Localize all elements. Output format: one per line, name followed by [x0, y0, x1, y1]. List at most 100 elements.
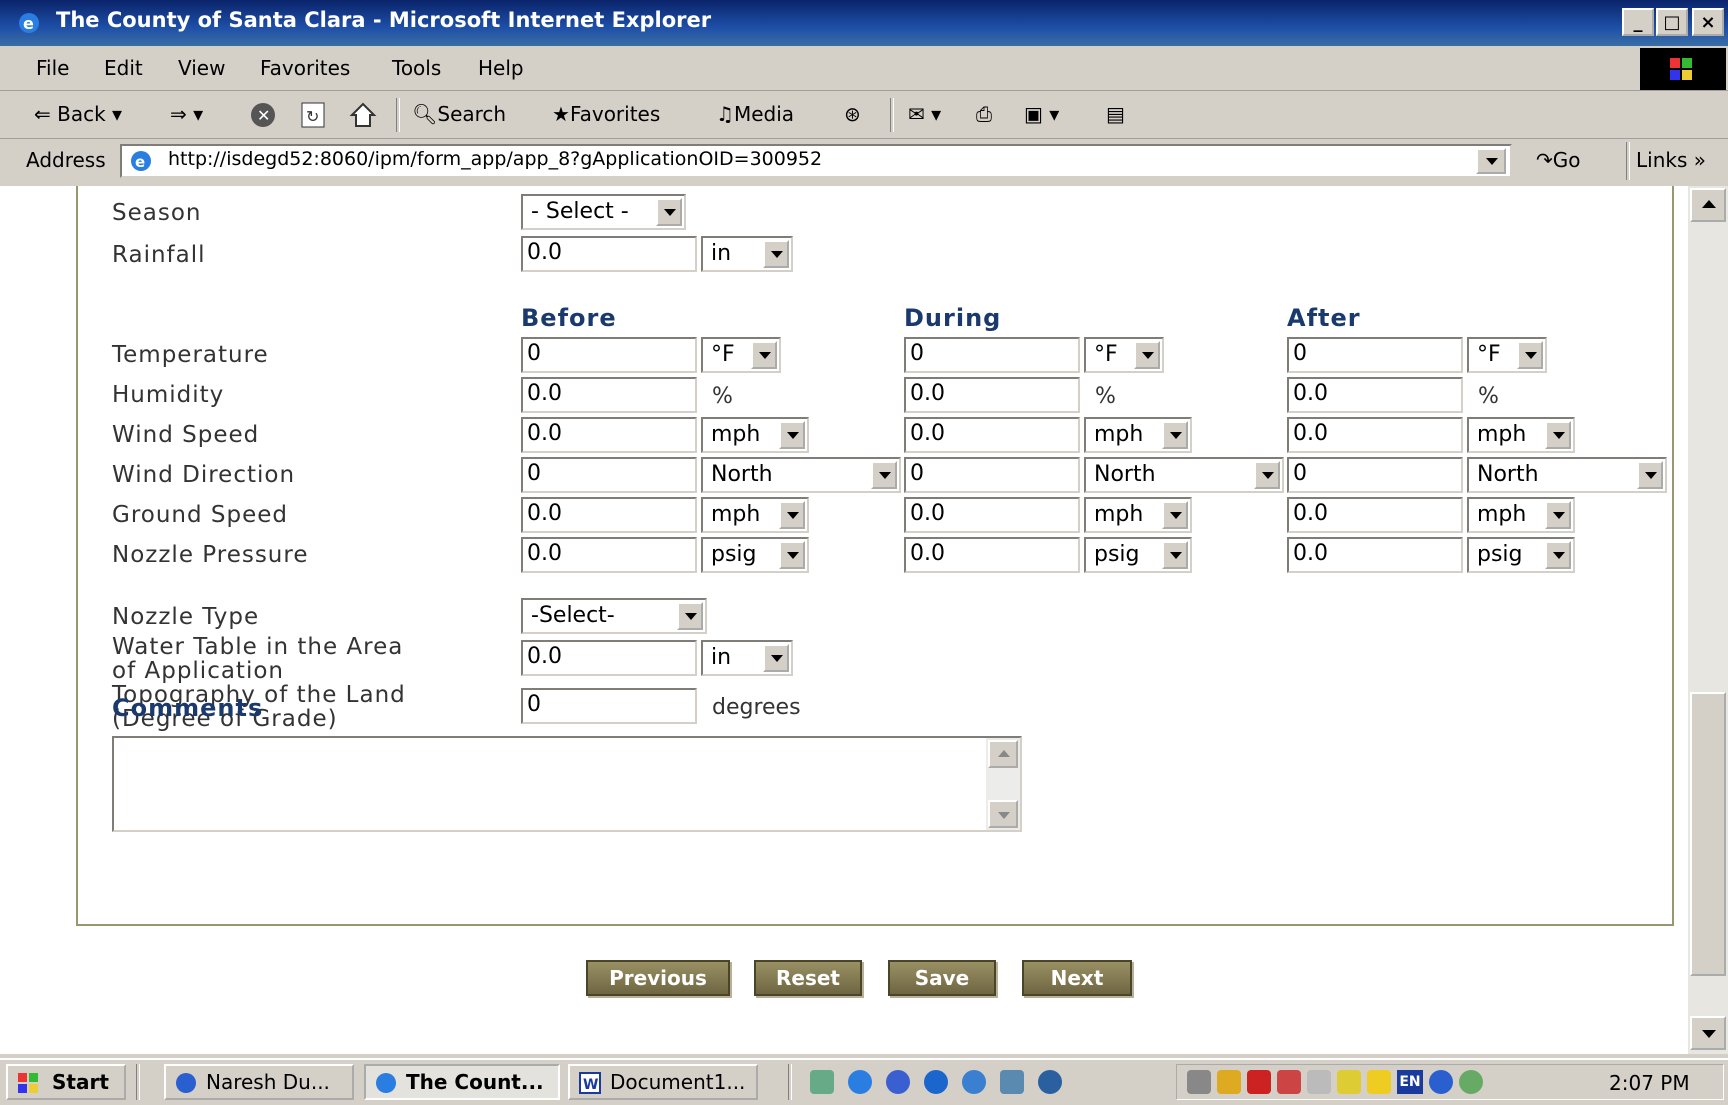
wind-direction-after-select[interactable]: North	[1467, 457, 1667, 493]
ground-speed-during-unit-select[interactable]: mph	[1084, 497, 1192, 533]
power-icon[interactable]	[1367, 1070, 1391, 1094]
humidity-before-input[interactable]: 0.0	[521, 377, 697, 413]
nozzle-pressure-before-input[interactable]: 0.0	[521, 537, 697, 573]
reset-button[interactable]: Reset	[754, 960, 862, 996]
home-icon[interactable]	[348, 100, 378, 130]
wind-speed-during-unit-select[interactable]: mph	[1084, 417, 1192, 453]
media-player-icon[interactable]	[1038, 1070, 1062, 1094]
ie-quicklaunch-icon[interactable]	[848, 1070, 872, 1094]
temperature-before-unit-select[interactable]: °F	[701, 337, 781, 373]
start-button[interactable]: Start	[6, 1064, 126, 1100]
temperature-during-unit-select[interactable]: °F	[1084, 337, 1164, 373]
wind-speed-after-input[interactable]: 0.0	[1287, 417, 1463, 453]
task-the-county[interactable]: The Count...	[364, 1064, 560, 1100]
wind-speed-during-input[interactable]: 0.0	[904, 417, 1080, 453]
rainfall-input[interactable]: 0.0	[521, 236, 697, 272]
edit-button[interactable]: ▣ ▾	[1024, 102, 1059, 126]
nozzle-pressure-before-unit-select[interactable]: psig	[701, 537, 809, 573]
media-button[interactable]: ♫Media	[716, 102, 794, 126]
save-button[interactable]: Save	[888, 960, 996, 996]
network-icon[interactable]	[1000, 1070, 1024, 1094]
favorites-button[interactable]: ★Favorites	[552, 102, 660, 126]
minimize-button[interactable]: _	[1622, 8, 1654, 36]
rainfall-unit-select[interactable]: in	[701, 236, 793, 272]
previous-button[interactable]: Previous	[586, 960, 730, 996]
menu-help[interactable]: Help	[478, 56, 524, 80]
language-indicator[interactable]: EN	[1397, 1070, 1423, 1094]
desktop-icon[interactable]	[810, 1070, 834, 1094]
nozzle-pressure-during-input[interactable]: 0.0	[904, 537, 1080, 573]
task-naresh[interactable]: Naresh Du...	[164, 1064, 354, 1100]
tray-app-icon[interactable]	[1337, 1070, 1361, 1094]
temperature-after-unit-select[interactable]: °F	[1467, 337, 1547, 373]
wind-direction-during-select[interactable]: North	[1084, 457, 1284, 493]
next-button[interactable]: Next	[1022, 960, 1132, 996]
go-button[interactable]: ↷Go	[1536, 148, 1581, 172]
tray-app-icon[interactable]	[1277, 1070, 1301, 1094]
temperature-after-input[interactable]: 0	[1287, 337, 1463, 373]
volume-icon[interactable]	[1187, 1070, 1211, 1094]
scroll-down-arrow-icon[interactable]	[1690, 1016, 1726, 1050]
menu-tools[interactable]: Tools	[392, 56, 441, 80]
comments-textarea[interactable]	[112, 736, 1022, 832]
info-icon[interactable]	[924, 1070, 948, 1094]
wind-speed-after-unit-select[interactable]: mph	[1467, 417, 1575, 453]
scroll-up-arrow-icon[interactable]	[988, 740, 1018, 768]
wind-speed-before-input[interactable]: 0.0	[521, 417, 697, 453]
ground-speed-before-input[interactable]: 0.0	[521, 497, 697, 533]
ground-speed-after-input[interactable]: 0.0	[1287, 497, 1463, 533]
ground-speed-during-input[interactable]: 0.0	[904, 497, 1080, 533]
outlook-icon[interactable]	[962, 1070, 986, 1094]
close-button[interactable]: ×	[1692, 8, 1724, 36]
search-button[interactable]: 🔍︎Search	[412, 102, 506, 126]
scroll-down-arrow-icon[interactable]	[988, 800, 1018, 828]
back-button[interactable]: ⇐ Back ▾	[34, 102, 122, 126]
history-button[interactable]: ⊛	[844, 102, 861, 126]
menu-view[interactable]: View	[178, 56, 225, 80]
wind-direction-before-select[interactable]: North	[701, 457, 901, 493]
nozzle-pressure-during-unit-select[interactable]: psig	[1084, 537, 1192, 573]
tray-app-icon[interactable]	[1459, 1070, 1483, 1094]
comments-scrollbar[interactable]	[986, 738, 1020, 830]
stop-icon[interactable]: ✕	[248, 100, 278, 130]
wind-speed-before-unit-select[interactable]: mph	[701, 417, 809, 453]
wind-direction-after-input[interactable]: 0	[1287, 457, 1463, 493]
mail-button[interactable]: ✉ ▾	[908, 102, 941, 126]
scroll-up-arrow-icon[interactable]	[1690, 188, 1726, 222]
season-select[interactable]: - Select -	[521, 194, 686, 230]
menu-favorites[interactable]: Favorites	[260, 56, 350, 80]
ground-speed-after-unit-select[interactable]: mph	[1467, 497, 1575, 533]
print-button[interactable]: ⎙	[976, 102, 992, 126]
temperature-before-input[interactable]: 0	[521, 337, 697, 373]
nozzle-type-select[interactable]: -Select-	[521, 598, 707, 634]
humidity-during-input[interactable]: 0.0	[904, 377, 1080, 413]
water-table-unit-select[interactable]: in	[701, 640, 793, 676]
menu-file[interactable]: File	[36, 56, 69, 80]
wind-direction-before-input[interactable]: 0	[521, 457, 697, 493]
tray-app-icon[interactable]	[1429, 1070, 1453, 1094]
nozzle-pressure-after-input[interactable]: 0.0	[1287, 537, 1463, 573]
address-dropdown-button[interactable]	[1476, 148, 1506, 174]
messenger-quicklaunch-icon[interactable]	[886, 1070, 910, 1094]
tray-app-icon[interactable]	[1307, 1070, 1331, 1094]
water-table-input[interactable]: 0.0	[521, 640, 697, 676]
nozzle-pressure-after-unit-select[interactable]: psig	[1467, 537, 1575, 573]
page-scrollbar[interactable]	[1688, 186, 1728, 1054]
task-document1[interactable]: W Document1...	[568, 1064, 758, 1100]
discuss-button[interactable]: ▤	[1106, 102, 1125, 126]
wind-direction-during-input[interactable]: 0	[904, 457, 1080, 493]
menu-edit[interactable]: Edit	[104, 56, 143, 80]
tray-app-icon[interactable]	[1217, 1070, 1241, 1094]
refresh-icon[interactable]: ↻	[298, 100, 328, 130]
links-button[interactable]: Links »	[1636, 148, 1706, 172]
system-tray: EN 2:07 PM	[1176, 1064, 1724, 1100]
toolbar: ⇐ Back ▾ ⇒ ▾ ✕ ↻ 🔍︎Search ★Favorites ♫Me…	[0, 92, 1728, 139]
temperature-during-input[interactable]: 0	[904, 337, 1080, 373]
topography-input[interactable]: 0	[521, 688, 697, 724]
forward-button[interactable]: ⇒ ▾	[170, 102, 203, 126]
maximize-button[interactable]: □	[1656, 8, 1688, 36]
scroll-thumb[interactable]	[1690, 692, 1726, 976]
ati-icon[interactable]	[1247, 1070, 1271, 1094]
ground-speed-before-unit-select[interactable]: mph	[701, 497, 809, 533]
humidity-after-input[interactable]: 0.0	[1287, 377, 1463, 413]
